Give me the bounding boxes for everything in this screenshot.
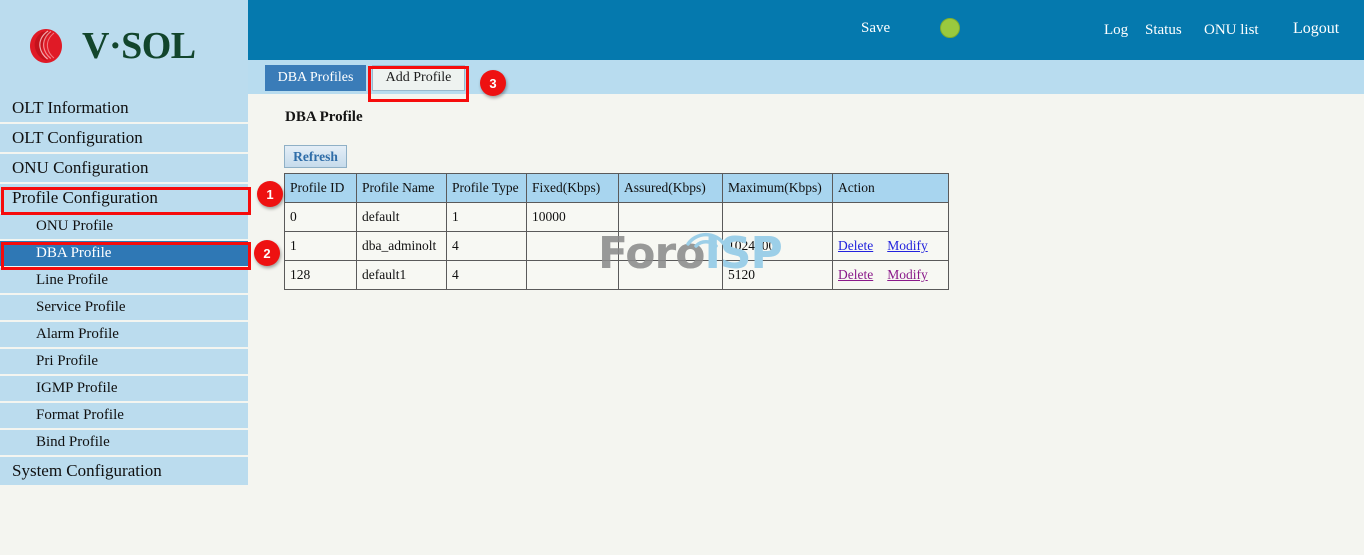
cell-assured xyxy=(619,232,723,261)
cell-profile-type: 4 xyxy=(447,232,527,261)
cell-profile-name: dba_adminolt xyxy=(357,232,447,261)
sidebar-navigation: OLT Information OLT Configuration ONU Co… xyxy=(0,94,248,483)
column-header-maximum: Maximum(Kbps) xyxy=(723,174,833,203)
cell-fixed xyxy=(527,232,619,261)
cell-maximum xyxy=(723,203,833,232)
sidebar-item-line-profile[interactable]: Line Profile xyxy=(0,268,248,293)
table-row: 1 dba_adminolt 4 1024000 Delete Modify xyxy=(285,232,949,261)
column-header-action: Action xyxy=(833,174,949,203)
cell-action: Delete Modify xyxy=(833,232,949,261)
step-badge-2: 2 xyxy=(254,240,280,266)
sidebar-item-alarm-profile[interactable]: Alarm Profile xyxy=(0,322,248,347)
column-header-profile-id: Profile ID xyxy=(285,174,357,203)
cell-action: Delete Modify xyxy=(833,261,949,290)
cell-profile-name: default1 xyxy=(357,261,447,290)
sidebar-item-profile-configuration[interactable]: Profile Configuration xyxy=(0,184,248,212)
status-led-icon xyxy=(940,18,960,38)
column-header-profile-name: Profile Name xyxy=(357,174,447,203)
cell-assured xyxy=(619,203,723,232)
status-link[interactable]: Status xyxy=(1145,22,1182,39)
onu-list-link[interactable]: ONU list xyxy=(1204,22,1259,39)
brand-logo-text: V·SOL xyxy=(82,27,196,65)
cell-profile-name: default xyxy=(357,203,447,232)
sidebar-item-onu-profile[interactable]: ONU Profile xyxy=(0,214,248,239)
sidebar-item-format-profile[interactable]: Format Profile xyxy=(0,403,248,428)
sidebar-item-service-profile[interactable]: Service Profile xyxy=(0,295,248,320)
column-header-assured: Assured(Kbps) xyxy=(619,174,723,203)
table-row: 0 default 1 10000 xyxy=(285,203,949,232)
logout-link[interactable]: Logout xyxy=(1293,20,1339,38)
sidebar-item-olt-configuration[interactable]: OLT Configuration xyxy=(0,124,248,152)
table-header-row: Profile ID Profile Name Profile Type Fix… xyxy=(285,174,949,203)
step-badge-3: 3 xyxy=(480,70,506,96)
modify-link[interactable]: Modify xyxy=(887,267,928,282)
cell-fixed: 10000 xyxy=(527,203,619,232)
top-bar: Save Log Status ONU list Logout xyxy=(248,0,1364,60)
delete-link[interactable]: Delete xyxy=(838,267,873,282)
dba-profile-table: Profile ID Profile Name Profile Type Fix… xyxy=(284,173,949,290)
sidebar-item-bind-profile[interactable]: Bind Profile xyxy=(0,430,248,455)
save-button[interactable]: Save xyxy=(861,20,890,37)
sidebar-item-pri-profile[interactable]: Pri Profile xyxy=(0,349,248,374)
cell-profile-id: 0 xyxy=(285,203,357,232)
vsol-swirl-icon xyxy=(24,22,72,70)
logo-panel: V·SOL xyxy=(0,0,248,94)
log-link[interactable]: Log xyxy=(1104,22,1128,39)
sidebar-item-olt-information[interactable]: OLT Information xyxy=(0,94,248,122)
cell-profile-type: 4 xyxy=(447,261,527,290)
cell-maximum: 5120 xyxy=(723,261,833,290)
column-header-profile-type: Profile Type xyxy=(447,174,527,203)
cell-profile-type: 1 xyxy=(447,203,527,232)
tab-add-profile[interactable]: Add Profile xyxy=(372,65,465,91)
modify-link[interactable]: Modify xyxy=(887,238,928,253)
page-title: DBA Profile xyxy=(285,109,363,126)
content-area: DBA Profile Refresh Profile ID Profile N… xyxy=(248,94,1364,555)
column-header-fixed: Fixed(Kbps) xyxy=(527,174,619,203)
delete-link[interactable]: Delete xyxy=(838,238,873,253)
table-row: 128 default1 4 5120 Delete Modify xyxy=(285,261,949,290)
tab-dba-profiles[interactable]: DBA Profiles xyxy=(265,65,366,91)
sidebar-item-system-configuration[interactable]: System Configuration xyxy=(0,457,248,485)
sidebar-item-onu-configuration[interactable]: ONU Configuration xyxy=(0,154,248,182)
cell-action xyxy=(833,203,949,232)
step-badge-1: 1 xyxy=(257,181,283,207)
brand-logo[interactable]: V·SOL xyxy=(24,22,196,70)
cell-assured xyxy=(619,261,723,290)
cell-profile-id: 1 xyxy=(285,232,357,261)
cell-fixed xyxy=(527,261,619,290)
sidebar-item-dba-profile[interactable]: DBA Profile xyxy=(0,241,248,266)
application-window: V·SOL Save Log Status ONU list Logout DB… xyxy=(0,0,1364,555)
cell-profile-id: 128 xyxy=(285,261,357,290)
refresh-button[interactable]: Refresh xyxy=(284,145,347,168)
sidebar-item-igmp-profile[interactable]: IGMP Profile xyxy=(0,376,248,401)
tab-strip: DBA Profiles Add Profile xyxy=(248,60,1364,94)
cell-maximum: 1024000 xyxy=(723,232,833,261)
